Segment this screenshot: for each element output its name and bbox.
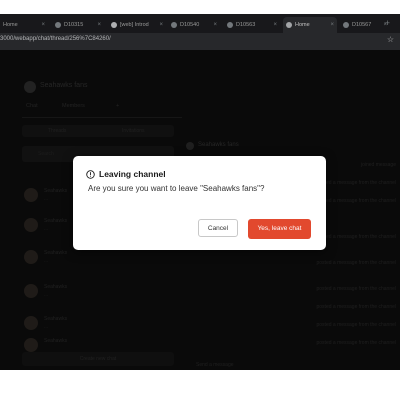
leave-channel-dialog: Leaving channel Are you sure you want to… — [73, 156, 326, 250]
info-circle-icon — [86, 170, 95, 179]
dialog-title: Leaving channel — [99, 169, 166, 179]
leave-chat-button[interactable]: Yes, leave chat — [248, 219, 311, 239]
dialog-message: Are you sure you want to leave "Seahawks… — [88, 184, 265, 193]
cancel-button[interactable]: Cancel — [198, 219, 238, 237]
